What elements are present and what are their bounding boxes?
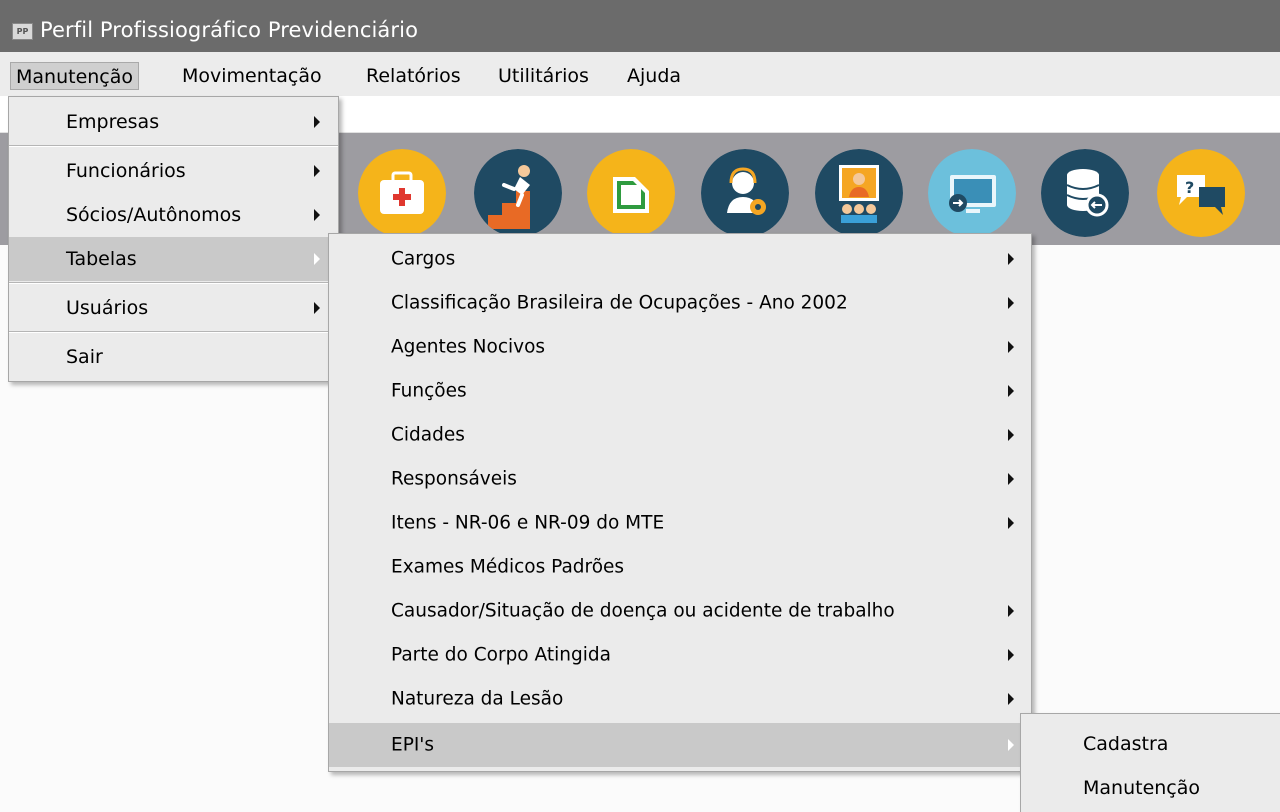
submenu-arrow-icon [1008, 649, 1014, 661]
svg-text:?: ? [1185, 178, 1194, 197]
menu-item-label: Tabelas [66, 248, 137, 270]
menu-item-cidades[interactable]: Cidades [329, 413, 1031, 457]
menu-item-empresas[interactable]: Empresas [9, 100, 338, 144]
menu-item-natureza-lesao[interactable]: Natureza da Lesão [329, 677, 1031, 721]
document-icon[interactable] [587, 149, 675, 237]
menu-item-label: EPI's [391, 734, 435, 756]
submenu-arrow-icon [314, 165, 320, 177]
submenu-arrow-icon [1008, 693, 1014, 705]
menu-item-label: Empresas [66, 111, 160, 133]
menu-item-label: Sair [66, 346, 103, 368]
menu-item-cargos[interactable]: Cargos [329, 237, 1031, 281]
menu-bar: Manutenção Movimentação Relatórios Utili… [0, 52, 1280, 96]
menu-item-label: Parte do Corpo Atingida [391, 644, 611, 666]
database-import-icon[interactable] [1041, 149, 1129, 237]
submenu-arrow-icon [1008, 429, 1014, 441]
title-bar: PP Perfil Profissiográfico Previdenciári… [0, 0, 1280, 52]
fall-accident-icon[interactable] [474, 149, 562, 237]
menu-item-label: Causador/Situação de doença ou acidente … [391, 600, 895, 622]
menu-item-label: Exames Médicos Padrões [391, 556, 625, 578]
help-chat-icon[interactable]: ? [1157, 149, 1245, 237]
menu-item-causador-situacao[interactable]: Causador/Situação de doença ou acidente … [329, 589, 1031, 633]
menu-separator [9, 331, 338, 333]
menu-item-label: Usuários [66, 297, 149, 319]
submenu-arrow-icon [314, 302, 320, 314]
menu-item-funcionarios[interactable]: Funcionários [9, 149, 338, 193]
menu-item-label: Classificação Brasileira de Ocupações - … [391, 292, 848, 314]
menu-item-funcoes[interactable]: Funções [329, 369, 1031, 413]
submenu-arrow-icon [1008, 739, 1014, 751]
first-aid-kit-icon[interactable] [358, 149, 446, 237]
submenu-arrow-icon [1008, 341, 1014, 353]
team-presentation-icon[interactable] [815, 149, 903, 237]
submenu-arrow-icon [1008, 385, 1014, 397]
menu-item-tabelas[interactable]: Tabelas [9, 237, 338, 281]
menu-item-socios-autonomos[interactable]: Sócios/Autônomos [9, 193, 338, 237]
submenu-arrow-icon [1008, 517, 1014, 529]
menu-item-label: Cidades [391, 424, 465, 446]
menu-item-label: Sócios/Autônomos [66, 204, 242, 226]
menu-item-exames-medicos[interactable]: Exames Médicos Padrões [329, 545, 1031, 589]
epis-submenu: Cadastra Manutenção [1020, 713, 1280, 812]
menu-item-manutencao[interactable]: Manutenção [1021, 766, 1280, 810]
submenu-arrow-icon [1008, 297, 1014, 309]
submenu-arrow-icon [314, 253, 320, 265]
menu-item-label: Natureza da Lesão [391, 688, 564, 710]
menu-item-label: Manutenção [1083, 777, 1201, 799]
menu-manutencao[interactable]: Manutenção [10, 62, 140, 90]
menu-separator [9, 282, 338, 284]
app-icon: PP [12, 23, 33, 40]
menu-item-label: Cargos [391, 248, 456, 270]
menu-item-label: Agentes Nocivos [391, 336, 546, 358]
menu-item-sair[interactable]: Sair [9, 335, 338, 379]
menu-item-label: Funcionários [66, 160, 186, 182]
submenu-arrow-icon [1008, 473, 1014, 485]
monitor-export-icon[interactable] [928, 149, 1016, 237]
menu-movimentacao[interactable]: Movimentação [177, 62, 327, 90]
menu-separator [9, 145, 338, 147]
menu-item-parte-corpo[interactable]: Parte do Corpo Atingida [329, 633, 1031, 677]
submenu-arrow-icon [1008, 253, 1014, 265]
tabelas-submenu: Cargos Classificação Brasileira de Ocupa… [328, 233, 1032, 772]
menu-item-label: Responsáveis [391, 468, 517, 490]
support-agent-icon[interactable] [701, 149, 789, 237]
menu-item-cbo-2002[interactable]: Classificação Brasileira de Ocupações - … [329, 281, 1031, 325]
submenu-arrow-icon [1008, 605, 1014, 617]
menu-ajuda[interactable]: Ajuda [622, 62, 686, 90]
menu-item-label: Cadastra [1083, 733, 1169, 755]
menu-item-itens-nr[interactable]: Itens - NR-06 e NR-09 do MTE [329, 501, 1031, 545]
menu-item-label: Itens - NR-06 e NR-09 do MTE [391, 512, 665, 534]
menu-item-responsaveis[interactable]: Responsáveis [329, 457, 1031, 501]
submenu-arrow-icon [314, 116, 320, 128]
menu-item-epis[interactable]: EPI's [329, 723, 1031, 767]
menu-relatorios[interactable]: Relatórios [361, 62, 466, 90]
manutencao-menu: Empresas Funcionários Sócios/Autônomos T… [8, 96, 339, 382]
submenu-arrow-icon [314, 209, 320, 221]
menu-item-usuarios[interactable]: Usuários [9, 286, 338, 330]
window-title: Perfil Profissiográfico Previdenciário [40, 18, 419, 42]
menu-utilitarios[interactable]: Utilitários [493, 62, 594, 90]
menu-item-agentes-nocivos[interactable]: Agentes Nocivos [329, 325, 1031, 369]
menu-item-cadastra[interactable]: Cadastra [1021, 722, 1280, 766]
menu-item-label: Funções [391, 380, 467, 402]
